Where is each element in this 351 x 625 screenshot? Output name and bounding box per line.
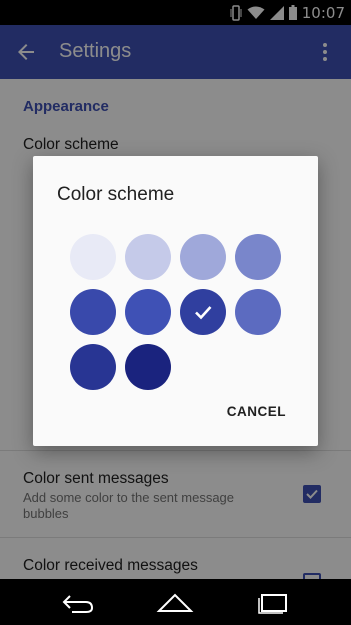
home-nav-icon[interactable]	[155, 589, 195, 615]
color-swatch[interactable]	[180, 289, 226, 335]
check-icon	[195, 306, 212, 320]
back-nav-icon[interactable]	[58, 589, 98, 615]
navigation-bar	[0, 579, 351, 625]
color-swatch[interactable]	[125, 344, 171, 390]
color-swatch[interactable]	[70, 344, 116, 390]
color-scheme-dialog: Color scheme CANCEL	[33, 156, 318, 446]
color-swatch[interactable]	[125, 289, 171, 335]
cancel-button[interactable]: CANCEL	[227, 404, 286, 419]
color-swatch[interactable]	[180, 234, 226, 280]
color-swatch[interactable]	[235, 289, 281, 335]
color-swatch[interactable]	[70, 289, 116, 335]
recents-nav-icon[interactable]	[253, 589, 293, 615]
dialog-title: Color scheme	[57, 184, 175, 205]
color-swatch[interactable]	[70, 234, 116, 280]
color-swatch[interactable]	[125, 234, 171, 280]
color-swatch[interactable]	[235, 234, 281, 280]
